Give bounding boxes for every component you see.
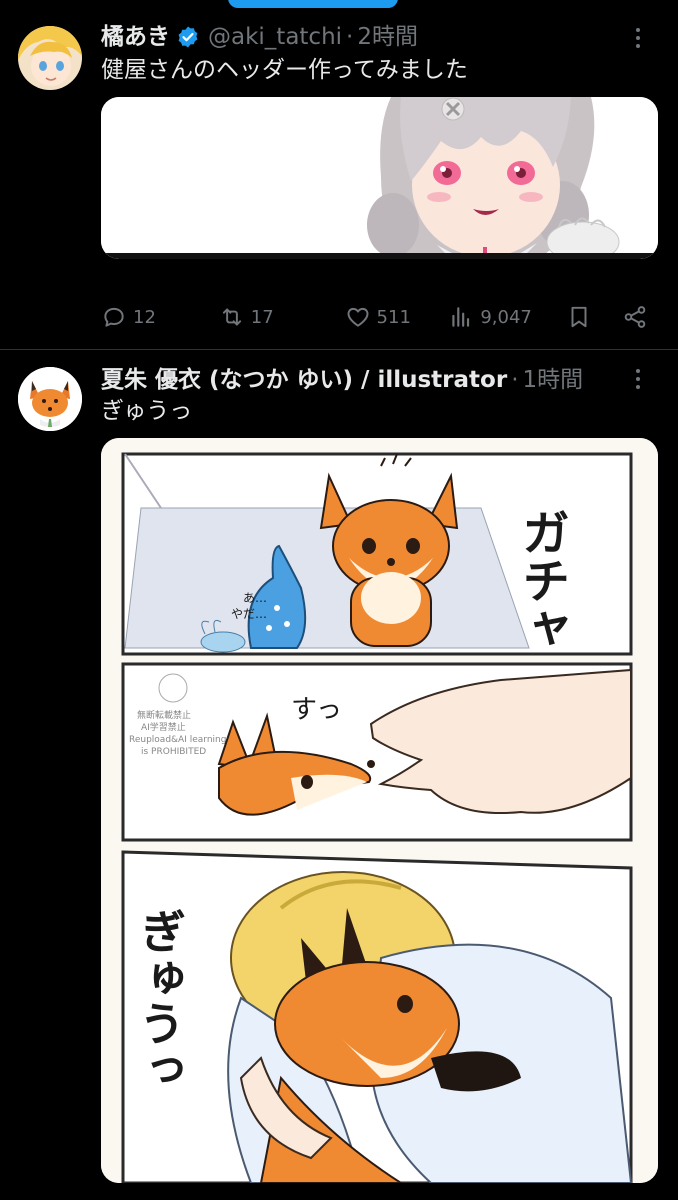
tweet-text: ぎゅうっ — [101, 398, 193, 424]
tweet-image[interactable] — [101, 97, 658, 259]
sfx-su: すっ — [291, 695, 342, 725]
author-handle[interactable]: @aki_tatchi — [208, 22, 342, 52]
avatar[interactable] — [18, 26, 82, 90]
author-name[interactable]: 橘あき — [101, 22, 170, 52]
manga-panel-1: ガチャ あ… やだ… — [121, 452, 633, 656]
views-button[interactable]: 9,047 — [448, 304, 566, 330]
verified-badge-icon — [176, 25, 200, 49]
bookmark-button[interactable] — [566, 304, 622, 330]
stamp-line-4: is PROHIBITED — [141, 747, 206, 757]
tweet[interactable]: 夏朱 優衣 (なつか ゆい) / illustrator · 1時間 ぎゅうっ — [0, 351, 678, 1200]
manga-panel-3: ぎゅうっ — [121, 850, 633, 1183]
share-icon — [624, 306, 646, 328]
tweet-actions: 12 17 511 9,047 — [101, 302, 648, 332]
share-button[interactable] — [622, 304, 648, 330]
sfx-gacha: ガチャ — [513, 508, 569, 652]
tweet-text: 健屋さんのヘッダー作ってみました — [101, 57, 468, 83]
illustration-girl-header-icon — [101, 97, 658, 259]
retweet-icon — [222, 308, 241, 326]
tweet-header: 夏朱 優衣 (なつか ゆい) / illustrator · 1時間 — [101, 365, 618, 395]
reply-button[interactable]: 12 — [101, 304, 219, 330]
views-chart-icon — [452, 307, 470, 327]
heart-icon — [347, 307, 369, 327]
retweet-count: 17 — [250, 306, 274, 328]
more-options-icon[interactable] — [626, 367, 650, 391]
separator-dot: · — [511, 367, 519, 393]
reply-count: 12 — [133, 306, 156, 328]
bookmark-icon — [571, 306, 587, 328]
separator-dot: · — [346, 24, 354, 50]
view-count: 9,047 — [480, 306, 532, 328]
sfx-gyuu: ぎゅうっ — [132, 908, 186, 1092]
whisper-text: あ… — [243, 591, 267, 605]
tweet-image[interactable]: ガチャ あ… やだ… 無断転載禁止 AI学習禁止 Reupload&AI lea… — [101, 438, 658, 1183]
manga-panel-2: 無断転載禁止 AI学習禁止 Reupload&AI learning is PR… — [121, 662, 633, 842]
avatar-fox-icon — [18, 367, 82, 431]
timestamp[interactable]: 1時間 — [523, 365, 584, 395]
author-name[interactable]: 夏朱 優衣 (なつか ゆい) / illustrator — [101, 365, 507, 395]
avatar-girl-blonde-icon — [18, 26, 82, 90]
more-options-icon[interactable] — [626, 26, 650, 50]
reply-icon — [104, 307, 124, 327]
retweet-button[interactable]: 17 — [219, 304, 345, 330]
tweet[interactable]: 橘あき @aki_tatchi · 2時間 健屋さんのヘッダー作ってみました 1… — [0, 0, 678, 350]
tweet-header: 橘あき @aki_tatchi · 2時間 — [101, 22, 618, 52]
like-button[interactable]: 511 — [345, 304, 449, 330]
whisper-text-2: やだ… — [231, 607, 267, 621]
avatar[interactable] — [18, 367, 82, 431]
timestamp[interactable]: 2時間 — [357, 22, 418, 52]
manga-fox-hug-icon: ガチャ あ… やだ… 無断転載禁止 AI学習禁止 Reupload&AI lea… — [101, 438, 658, 1183]
stamp-line-3: Reupload&AI learning — [129, 735, 226, 745]
stamp-line-2: AI学習禁止 — [141, 721, 186, 733]
stamp-line-1: 無断転載禁止 — [137, 709, 191, 721]
like-count: 511 — [376, 306, 411, 328]
